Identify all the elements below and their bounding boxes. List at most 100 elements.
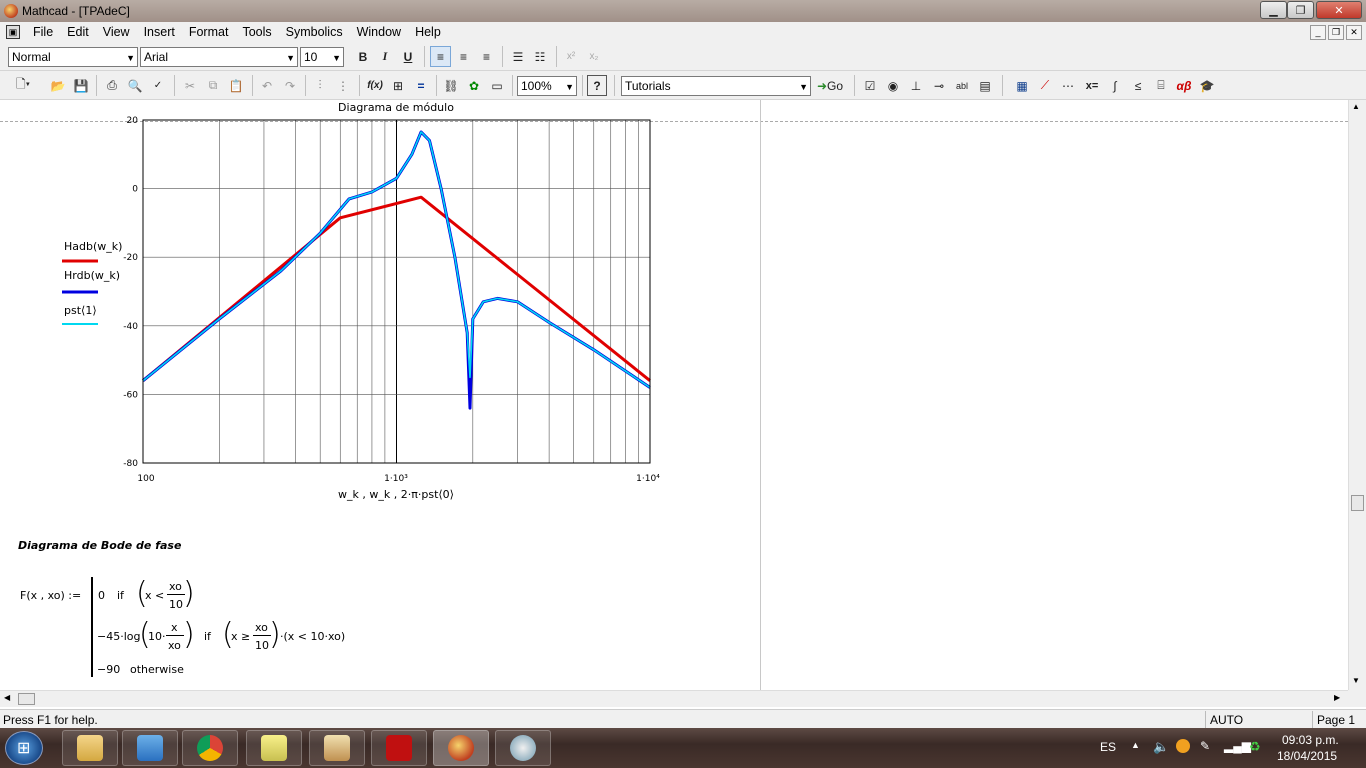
slider-control-icon[interactable]: ⊸ <box>929 75 949 96</box>
scroll-right-icon[interactable]: ▶ <box>1334 693 1340 702</box>
component-wizard-icon[interactable]: ✿ <box>464 75 484 96</box>
device-icon[interactable]: ✎ <box>1200 739 1210 753</box>
graph-toolbar-icon[interactable]: ⟋ <box>1035 75 1055 96</box>
print-preview-icon[interactable]: 🔍 <box>125 75 145 96</box>
italic-button[interactable]: I <box>375 46 395 67</box>
doc-minimize-button[interactable]: _ <box>1310 25 1326 40</box>
zoom-select[interactable]: 100% ▼ <box>517 76 577 96</box>
bullet-list-icon[interactable]: ☰ <box>508 46 528 67</box>
subscript-button[interactable]: x₂ <box>584 46 604 67</box>
close-button[interactable]: ✕ <box>1316 1 1362 19</box>
menu-insert[interactable]: Insert <box>137 22 182 42</box>
taskbar-sticky-notes[interactable] <box>246 730 302 766</box>
run-script-icon[interactable]: ▭ <box>487 75 507 96</box>
textbox-control-icon[interactable]: abl <box>952 75 972 96</box>
paste-icon[interactable]: 📋 <box>226 75 246 96</box>
greek-toolbar-button[interactable]: αβ <box>1173 75 1195 96</box>
menu-window[interactable]: Window <box>350 22 408 42</box>
menu-edit[interactable]: Edit <box>60 22 96 42</box>
save-icon[interactable]: 💾 <box>71 75 91 96</box>
calculate-icon[interactable]: = <box>411 75 431 96</box>
horizontal-scroll-thumb[interactable] <box>18 693 35 705</box>
evaluation-toolbar-button[interactable]: x= <box>1081 75 1103 96</box>
underline-button[interactable]: U <box>398 46 418 67</box>
align-down-icon[interactable]: ⋮ <box>333 75 353 96</box>
menu-format[interactable]: Format <box>182 22 236 42</box>
resources-select[interactable]: Tutorials ▼ <box>621 76 811 96</box>
clock-time[interactable]: 09:03 p.m. <box>1282 733 1339 747</box>
go-button[interactable]: ➜ Go <box>813 75 847 96</box>
doc-restore-button[interactable]: ❐ <box>1328 25 1344 40</box>
chart-title: Diagrama de módulo <box>338 101 454 114</box>
taskbar-explorer[interactable] <box>62 730 118 766</box>
help-icon[interactable]: ? <box>587 75 607 96</box>
align-center-icon[interactable]: ≡ <box>453 46 474 67</box>
font-select[interactable]: Arial ▼ <box>140 47 298 67</box>
taskbar-paint[interactable] <box>495 730 551 766</box>
programming-toolbar-icon[interactable]: ⌸ <box>1151 75 1171 96</box>
clock-date[interactable]: 18/04/2015 <box>1277 749 1337 763</box>
tray-expand-icon[interactable]: ▲ <box>1131 740 1140 750</box>
spell-check-icon[interactable]: ✓ <box>148 75 168 96</box>
taskbar-acrobat[interactable] <box>371 730 427 766</box>
print-icon[interactable]: ⎙ <box>102 75 122 96</box>
menu-tools[interactable]: Tools <box>235 22 278 42</box>
calculus-toolbar-icon[interactable]: ∫ <box>1105 75 1125 96</box>
cut-icon[interactable]: ✂ <box>180 75 200 96</box>
boolean-toolbar-icon[interactable]: ≤ <box>1128 75 1148 96</box>
vertical-scroll-thumb[interactable] <box>1351 495 1364 511</box>
push-button-control-icon[interactable]: ⊥ <box>906 75 926 96</box>
menu-view[interactable]: View <box>96 22 137 42</box>
align-left-icon[interactable]: ≡ <box>430 46 451 67</box>
open-folder-icon[interactable]: 📂 <box>48 75 68 96</box>
taskbar-windows-app[interactable] <box>309 730 365 766</box>
calculator-toolbar-icon[interactable]: ▦ <box>1012 75 1032 96</box>
taskbar-chrome[interactable] <box>182 730 238 766</box>
list-control-icon[interactable]: ▤ <box>975 75 995 96</box>
scroll-left-icon[interactable]: ◀ <box>4 693 10 702</box>
bode-magnitude-plot[interactable]: Diagrama de módulo 20 0 -20 -40 -60 -80 100 1… <box>0 100 760 510</box>
doc-close-button[interactable]: ✕ <box>1346 25 1362 40</box>
update-icon[interactable] <box>1176 739 1190 753</box>
legend-label: Hrdb(w_k) <box>64 269 120 282</box>
redo-icon[interactable]: ↷ <box>280 75 300 96</box>
network-icon[interactable]: ▂▄▆ <box>1224 739 1251 753</box>
mathcad-app-icon[interactable] <box>4 4 18 18</box>
radio-control-icon[interactable]: ◉ <box>883 75 903 96</box>
align-right-icon[interactable]: ≡ <box>476 46 497 67</box>
document-icon[interactable]: ▣ <box>6 25 20 39</box>
insert-unit-icon[interactable]: ⊞ <box>388 75 408 96</box>
separator <box>305 75 306 96</box>
checkbox-control-icon[interactable]: ☑ <box>860 75 880 96</box>
copy-icon[interactable]: ⧉ <box>203 75 223 96</box>
insert-hyperlink-icon[interactable]: ⛓ <box>441 75 461 96</box>
language-indicator[interactable]: ES <box>1100 740 1116 754</box>
symbolic-toolbar-icon[interactable]: 🎓 <box>1197 75 1217 96</box>
taskbar-mathcad[interactable] <box>433 730 489 766</box>
vertical-scrollbar[interactable]: ▲ ▼ <box>1348 100 1366 690</box>
style-select[interactable]: Normal ▼ <box>8 47 138 67</box>
scroll-down-icon[interactable]: ▼ <box>1352 676 1360 685</box>
volume-icon[interactable]: 🔈 <box>1153 739 1169 755</box>
undo-icon[interactable]: ↶ <box>257 75 277 96</box>
superscript-button[interactable]: x² <box>561 46 581 67</box>
insert-function-button[interactable]: f(x) <box>364 75 386 96</box>
menu-symbolics[interactable]: Symbolics <box>279 22 350 42</box>
sync-icon[interactable]: ♻ <box>1249 739 1261 755</box>
minimize-button[interactable]: ▁ <box>1260 1 1287 19</box>
maximize-button[interactable]: ❐ <box>1287 1 1314 19</box>
font-size-select[interactable]: 10 ▼ <box>300 47 344 67</box>
horizontal-scrollbar[interactable]: ◀ ▶ <box>0 690 1348 707</box>
new-document-icon[interactable]: 🗋▾ <box>8 75 38 96</box>
legend-label: pst⟨1⟩ <box>64 304 97 317</box>
menu-help[interactable]: Help <box>408 22 448 42</box>
align-across-icon[interactable]: ⫶ <box>310 75 330 96</box>
start-button[interactable]: ⊞ <box>5 731 43 765</box>
menu-file[interactable]: File <box>26 22 60 42</box>
bold-button[interactable]: B <box>353 46 373 67</box>
taskbar-media-player[interactable] <box>122 730 178 766</box>
piecewise-formula[interactable]: F(x , xo) := 0 if ( x < xo 10 ) −45·log … <box>0 575 760 685</box>
scroll-up-icon[interactable]: ▲ <box>1352 102 1360 111</box>
matrix-toolbar-icon[interactable]: ⋯ <box>1058 75 1078 96</box>
numbered-list-icon[interactable]: ☷ <box>530 46 550 67</box>
